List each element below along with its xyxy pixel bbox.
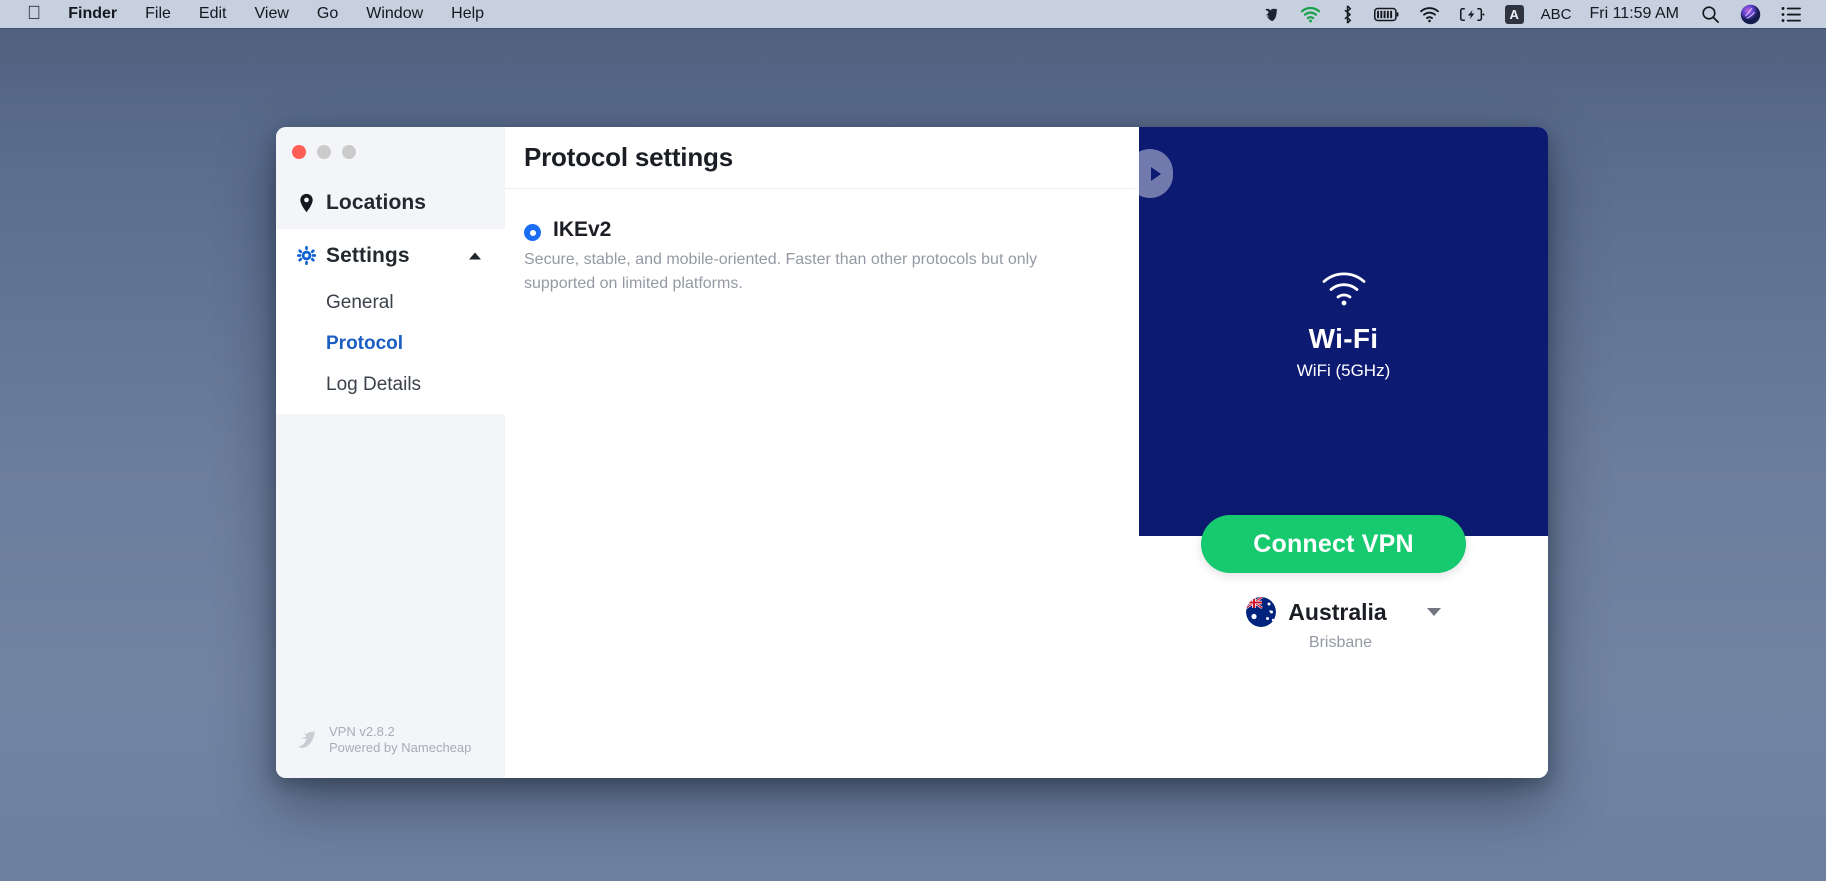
menu-item-finder[interactable]: Finder bbox=[54, 0, 131, 28]
menu-item-edit[interactable]: Edit bbox=[185, 0, 241, 28]
map-pin-icon bbox=[295, 193, 317, 213]
siri-icon[interactable] bbox=[1730, 0, 1771, 28]
bluetooth-icon[interactable] bbox=[1331, 0, 1364, 28]
close-button[interactable] bbox=[292, 144, 306, 159]
sidebar-item-locations[interactable]: Locations bbox=[276, 176, 505, 229]
menu-bar-status-area: A ABC Fri 11:59 AM bbox=[1251, 0, 1826, 28]
radio-selected-icon[interactable] bbox=[524, 224, 541, 241]
input-source-badge[interactable]: A bbox=[1495, 0, 1534, 28]
zoom-button[interactable] bbox=[342, 144, 356, 159]
protocol-name: IKEv2 bbox=[553, 218, 612, 241]
footer-text: VPN v2.8.2 Powered by Namecheap bbox=[329, 724, 471, 756]
sidebar-label-locations: Locations bbox=[326, 190, 427, 214]
gear-icon bbox=[295, 246, 317, 265]
minimize-button[interactable] bbox=[317, 144, 331, 159]
caret-down-icon[interactable] bbox=[1426, 608, 1441, 616]
caret-up-icon[interactable] bbox=[469, 252, 481, 259]
connection-subtitle: WiFi (5GHz) bbox=[1296, 361, 1391, 380]
menu-item-view[interactable]: View bbox=[241, 0, 303, 28]
wifi-icon[interactable] bbox=[1409, 0, 1450, 28]
location-picker[interactable]: Australia Brisbane bbox=[1139, 597, 1548, 652]
search-icon[interactable] bbox=[1691, 0, 1730, 28]
sidebar-item-protocol[interactable]: Protocol bbox=[276, 323, 505, 364]
connection-panel: Wi-Fi WiFi (5GHz) Connect VPN Australia … bbox=[1127, 127, 1548, 778]
protocol-description: Secure, stable, and mobile-oriented. Fas… bbox=[524, 251, 1038, 292]
macos-menu-bar:  Finder File Edit View Go Window Help bbox=[0, 0, 1826, 28]
sidebar-footer: VPN v2.8.2 Powered by Namecheap bbox=[276, 724, 505, 778]
sidebar: Locations Settings General Protocol Log … bbox=[276, 127, 505, 778]
vpn-app-window: Locations Settings General Protocol Log … bbox=[276, 127, 1548, 778]
menu-item-go[interactable]: Go bbox=[303, 0, 352, 28]
wifi-green-icon[interactable] bbox=[1290, 0, 1331, 28]
wifi-icon bbox=[1321, 272, 1367, 311]
battery-icon[interactable] bbox=[1364, 0, 1409, 28]
apple-logo-icon[interactable]:  bbox=[14, 1, 54, 27]
namecheap-logo-icon bbox=[293, 727, 319, 753]
menu-bar-left:  Finder File Edit View Go Window Help bbox=[0, 0, 498, 28]
menu-item-window[interactable]: Window bbox=[352, 0, 437, 28]
sidebar-item-log-details[interactable]: Log Details bbox=[276, 364, 505, 405]
bitwarden-icon[interactable] bbox=[1251, 0, 1290, 28]
window-traffic-lights bbox=[276, 127, 505, 176]
sidebar-item-general[interactable]: General bbox=[276, 282, 505, 323]
page-title: Protocol settings bbox=[524, 142, 733, 172]
menu-item-file[interactable]: File bbox=[131, 0, 185, 28]
main-content: Protocol settings IKEv2 Secure, stable, … bbox=[505, 127, 1139, 778]
location-row[interactable]: Australia bbox=[1246, 597, 1441, 627]
location-city: Brisbane bbox=[1308, 634, 1373, 651]
input-source-letter: A bbox=[1504, 4, 1524, 24]
charging-battery-icon[interactable] bbox=[1450, 0, 1495, 28]
menu-bar-clock[interactable]: Fri 11:59 AM bbox=[1577, 5, 1691, 23]
connection-info: Wi-Fi WiFi (5GHz) bbox=[1139, 127, 1548, 536]
control-center-icon[interactable] bbox=[1771, 0, 1812, 28]
sidebar-item-settings[interactable]: Settings bbox=[276, 229, 505, 282]
menu-item-help[interactable]: Help bbox=[437, 0, 498, 28]
sidebar-label-settings: Settings bbox=[326, 243, 410, 267]
powered-by: Powered by Namecheap bbox=[329, 740, 472, 755]
location-country: Australia bbox=[1288, 598, 1387, 625]
protocol-list: IKEv2 Secure, stable, and mobile-oriente… bbox=[505, 189, 1139, 296]
input-source-label[interactable]: ABC bbox=[1534, 6, 1578, 23]
main-header: Protocol settings bbox=[505, 127, 1139, 189]
app-version: VPN v2.8.2 bbox=[329, 724, 395, 739]
connection-title: Wi-Fi bbox=[1308, 323, 1379, 354]
connect-vpn-button[interactable]: Connect VPN bbox=[1201, 515, 1466, 573]
sidebar-settings-submenu: General Protocol Log Details bbox=[276, 282, 505, 414]
protocol-option-ikev2[interactable]: IKEv2 bbox=[524, 218, 1117, 242]
australia-flag-icon bbox=[1246, 597, 1277, 627]
